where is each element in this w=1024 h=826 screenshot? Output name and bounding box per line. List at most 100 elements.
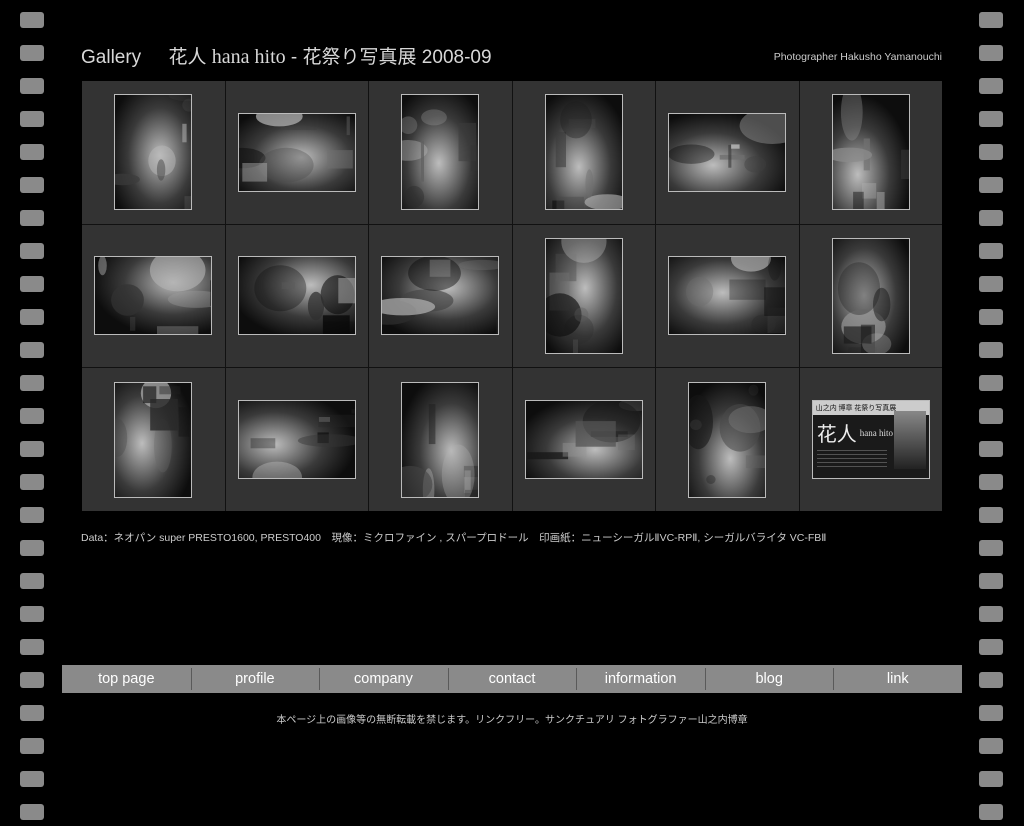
flyer-body-lines xyxy=(816,450,887,469)
sprocket-hole xyxy=(20,111,44,127)
sprocket-hole xyxy=(20,276,44,292)
flyer-photo xyxy=(893,411,926,470)
nav-information[interactable]: information xyxy=(576,665,705,693)
gallery-cell[interactable] xyxy=(369,224,512,368)
photo-thumbnail[interactable] xyxy=(668,256,787,336)
flyer-kanji: 花人 xyxy=(816,424,857,447)
sprocket-hole xyxy=(979,45,1003,61)
sprocket-hole xyxy=(20,804,44,820)
nav-company[interactable]: company xyxy=(319,665,448,693)
photo-thumbnail[interactable] xyxy=(381,256,500,336)
sprocket-hole xyxy=(20,507,44,523)
nav-link[interactable]: link xyxy=(833,665,962,693)
gallery-cell[interactable] xyxy=(225,224,368,368)
nav-top-page[interactable]: top page xyxy=(62,665,191,693)
photo-thumbnail[interactable] xyxy=(524,400,643,480)
sprocket-hole xyxy=(20,342,44,358)
sprocket-hole xyxy=(979,111,1003,127)
header: Gallery 花人 hana hito - 花祭り写真展 2008-09 Ph… xyxy=(81,40,943,70)
sprocket-hole xyxy=(979,507,1003,523)
photo-thumbnail[interactable] xyxy=(831,237,910,354)
sprocket-hole xyxy=(20,771,44,787)
nav-profile[interactable]: profile xyxy=(190,665,320,693)
photo-thumbnail[interactable] xyxy=(237,112,356,192)
sprocket-hole xyxy=(979,441,1003,457)
sprocket-hole xyxy=(979,540,1003,556)
gallery-cell[interactable] xyxy=(82,224,225,368)
gallery-cell[interactable] xyxy=(225,81,368,224)
title-rest: - 花祭り写真展 2008-09 xyxy=(290,47,492,68)
sprocket-hole xyxy=(20,474,44,490)
sprocket-hole xyxy=(20,738,44,754)
sprocket-hole xyxy=(20,12,44,28)
gallery-cell[interactable] xyxy=(369,368,512,511)
sprocket-hole xyxy=(979,12,1003,28)
sprocket-hole xyxy=(979,210,1003,226)
gallery-cell[interactable] xyxy=(512,81,655,224)
gallery-cell[interactable] xyxy=(656,368,799,511)
sprocket-hole xyxy=(20,639,44,655)
gallery-cell[interactable] xyxy=(512,224,655,368)
gallery-cell[interactable]: 山之内 博章 花祭り写真展 花人 hana hito xyxy=(799,368,942,511)
photographer-credit: Photographer Hakusho Yamanouchi xyxy=(773,51,942,63)
photo-thumbnail[interactable]: 山之内 博章 花祭り写真展 花人 hana hito xyxy=(811,400,930,480)
sprocket-hole xyxy=(979,804,1003,820)
gallery-cell[interactable] xyxy=(799,81,942,224)
photo-thumbnail[interactable] xyxy=(544,237,623,354)
sprocket-hole xyxy=(979,474,1003,490)
sprocket-hole xyxy=(20,606,44,622)
sprocket-hole xyxy=(20,672,44,688)
photo-thumbnail[interactable] xyxy=(544,94,623,211)
sprocket-hole xyxy=(979,375,1003,391)
photo-thumbnail[interactable] xyxy=(114,381,193,498)
sprocket-hole xyxy=(20,177,44,193)
sprocket-hole xyxy=(979,738,1003,754)
gallery-cell[interactable] xyxy=(225,368,368,511)
nav-contact[interactable]: contact xyxy=(447,665,577,693)
photo-thumbnail[interactable] xyxy=(237,400,356,480)
gallery-cell[interactable] xyxy=(656,224,799,368)
sprocket-hole xyxy=(979,639,1003,655)
film-sprockets-right xyxy=(979,0,1003,826)
sprocket-hole xyxy=(20,45,44,61)
sprocket-hole xyxy=(20,375,44,391)
sprocket-hole xyxy=(20,210,44,226)
photo-thumbnail[interactable] xyxy=(688,381,767,498)
photo-thumbnail[interactable] xyxy=(94,256,213,336)
sprocket-hole xyxy=(20,78,44,94)
photo-thumbnail[interactable] xyxy=(401,381,480,498)
photo-thumbnail[interactable] xyxy=(668,112,787,192)
gallery-cell[interactable] xyxy=(799,224,942,368)
nav-blog[interactable]: blog xyxy=(704,665,834,693)
sprocket-hole xyxy=(979,177,1003,193)
gallery-cell[interactable] xyxy=(82,81,225,224)
sprocket-hole xyxy=(979,243,1003,259)
gallery-label: Gallery xyxy=(81,47,142,68)
sprocket-hole xyxy=(20,408,44,424)
flyer-roman: hana hito xyxy=(859,427,893,438)
sprocket-hole xyxy=(979,342,1003,358)
sprocket-hole xyxy=(20,540,44,556)
gallery-cell[interactable] xyxy=(512,368,655,511)
photo-thumbnail[interactable] xyxy=(114,94,193,211)
photo-thumbnail[interactable] xyxy=(237,256,356,336)
sprocket-hole xyxy=(979,309,1003,325)
sprocket-hole xyxy=(979,771,1003,787)
photo-grid: 山之内 博章 花祭り写真展 花人 hana hito xyxy=(82,81,942,511)
sprocket-hole xyxy=(979,78,1003,94)
gallery-cell[interactable] xyxy=(656,81,799,224)
photo-thumbnail[interactable] xyxy=(831,94,910,211)
sprocket-hole xyxy=(20,309,44,325)
sprocket-hole xyxy=(979,606,1003,622)
gallery-cell[interactable] xyxy=(369,81,512,224)
page-title: Gallery 花人 hana hito - 花祭り写真展 2008-09 xyxy=(81,42,492,69)
title-kanji: 花人 xyxy=(168,47,207,68)
copyright-footer: 本ページ上の画像等の無断転載を禁じます。リンクフリー。サンクチュアリ フォトグラ… xyxy=(276,715,748,726)
gallery-cell[interactable] xyxy=(82,368,225,511)
photo-thumbnail[interactable] xyxy=(401,94,480,211)
sprocket-hole xyxy=(979,573,1003,589)
sprocket-hole xyxy=(20,441,44,457)
sprocket-hole xyxy=(979,276,1003,292)
sprocket-hole xyxy=(20,573,44,589)
film-data-line: Data：ネオパン super PRESTO1600, PRESTO400 現像… xyxy=(81,532,827,544)
